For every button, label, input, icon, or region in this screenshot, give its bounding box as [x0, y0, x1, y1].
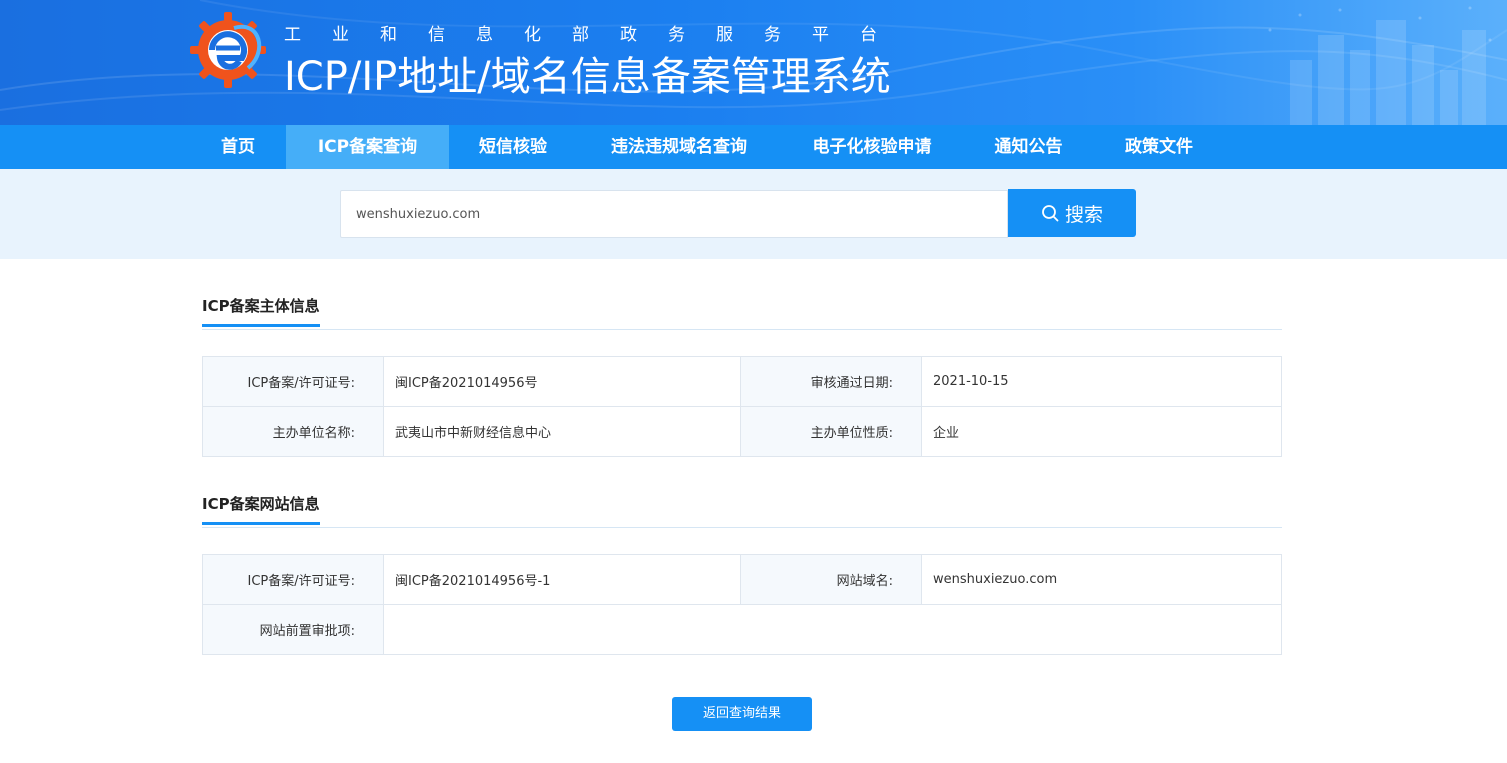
table-label: ICP备案/许可证号: — [202, 554, 384, 605]
table-value: 闽ICP备2021014956号-1 — [383, 554, 741, 605]
search-input[interactable] — [340, 190, 1008, 238]
table-label: 网站前置审批项: — [202, 604, 384, 655]
table-label: 网站域名: — [740, 554, 922, 605]
page-title: ICP/IP地址/域名信息备案管理系统 — [284, 54, 891, 100]
search-button[interactable]: 搜索 — [1008, 189, 1136, 237]
nav-item-icp-query[interactable]: ICP备案查询 — [286, 125, 449, 169]
nav-item-sms-verify[interactable]: 短信核验 — [449, 125, 577, 169]
subject-section-title: ICP备案主体信息 — [202, 295, 320, 327]
main-nav: 首页 ICP备案查询 短信核验 违法违规域名查询 电子化核验申请 通知公告 政策… — [0, 125, 1507, 169]
section-divider — [202, 329, 1282, 330]
table-row: ICP备案/许可证号: 闽ICP备2021014956号-1 网站域名: wen… — [202, 554, 1282, 605]
platform-subtitle: 工业和信息化部政务服务平台 — [284, 25, 908, 45]
nav-item-e-verify[interactable]: 电子化核验申请 — [781, 125, 963, 169]
table-row: ICP备案/许可证号: 闽ICP备2021014956号 审核通过日期: 202… — [202, 356, 1282, 407]
table-value: wenshuxiezuo.com — [921, 554, 1282, 605]
table-label: 审核通过日期: — [740, 356, 922, 407]
table-value: 企业 — [921, 406, 1282, 457]
search-band: 搜索 — [0, 169, 1507, 259]
table-label: ICP备案/许可证号: — [202, 356, 384, 407]
table-value: 武夷山市中新财经信息中心 — [383, 406, 741, 457]
website-section-title: ICP备案网站信息 — [202, 493, 320, 525]
section-divider — [202, 527, 1282, 528]
table-label: 主办单位性质: — [740, 406, 922, 457]
nav-item-notices[interactable]: 通知公告 — [963, 125, 1094, 169]
subject-info-table: ICP备案/许可证号: 闽ICP备2021014956号 审核通过日期: 202… — [202, 356, 1282, 457]
table-value — [383, 604, 1282, 655]
table-label: 主办单位名称: — [202, 406, 384, 457]
back-to-results-button[interactable]: 返回查询结果 — [672, 697, 812, 731]
website-info-table: ICP备案/许可证号: 闽ICP备2021014956号-1 网站域名: wen… — [202, 554, 1282, 655]
header-banner: 工业和信息化部政务服务平台 ICP/IP地址/域名信息备案管理系统 — [0, 0, 1507, 125]
table-value: 闽ICP备2021014956号 — [383, 356, 741, 407]
gear-e-logo-icon — [190, 12, 266, 88]
nav-item-home[interactable]: 首页 — [190, 125, 286, 169]
search-icon — [1042, 205, 1059, 222]
table-row: 主办单位名称: 武夷山市中新财经信息中心 主办单位性质: 企业 — [202, 406, 1282, 457]
nav-item-illegal-domain[interactable]: 违法违规域名查询 — [577, 125, 781, 169]
table-row: 网站前置审批项: — [202, 604, 1282, 655]
search-button-label: 搜索 — [1064, 203, 1103, 226]
table-value: 2021-10-15 — [921, 356, 1282, 407]
nav-item-policies[interactable]: 政策文件 — [1094, 125, 1224, 169]
